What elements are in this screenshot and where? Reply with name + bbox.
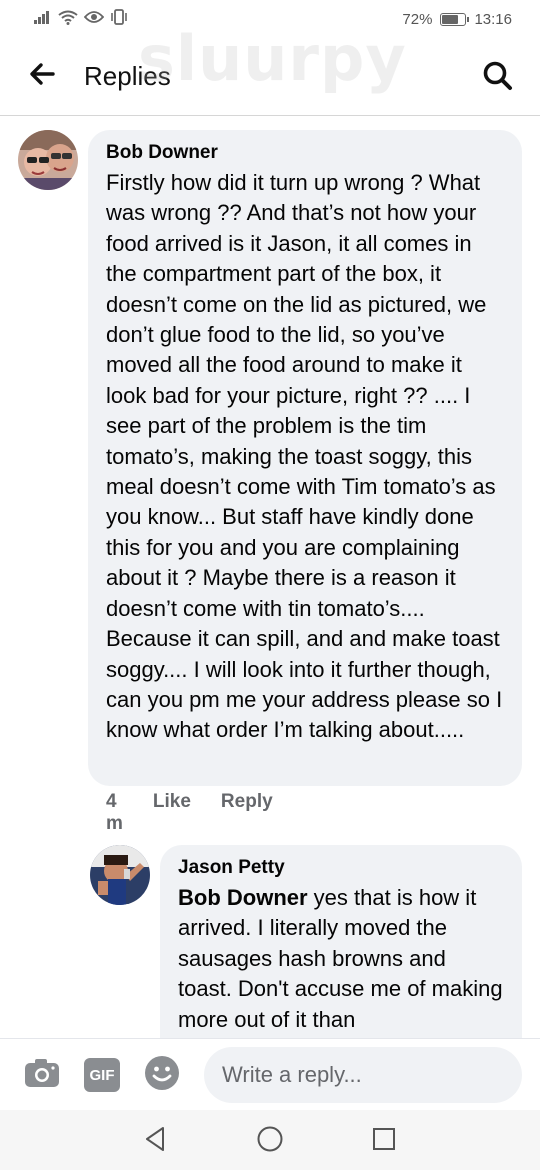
- vibrate-icon: [110, 9, 128, 29]
- reply-input[interactable]: Write a reply...: [204, 1047, 522, 1103]
- battery-icon: [440, 12, 470, 26]
- home-circle-icon: [256, 1125, 284, 1158]
- page-title: Replies: [84, 61, 171, 91]
- clock: 13:16: [474, 10, 512, 28]
- gif-icon: GIF: [84, 1058, 120, 1092]
- signal-icon: [34, 10, 52, 28]
- battery-fill: [442, 14, 459, 24]
- reply-button[interactable]: Reply: [221, 791, 273, 835]
- search-button[interactable]: [478, 58, 518, 98]
- comment-bubble[interactable]: Bob Downer Firstly how did it turn up wr…: [88, 130, 522, 786]
- nav-home-button[interactable]: [253, 1124, 287, 1158]
- like-button[interactable]: Like: [153, 791, 191, 835]
- status-right: 72% 13:16: [402, 11, 512, 28]
- gif-button[interactable]: GIF: [84, 1057, 120, 1093]
- arrow-left-icon: [28, 62, 56, 91]
- header: Replies: [0, 38, 540, 116]
- back-triangle-icon: [143, 1126, 167, 1157]
- emoji-icon: [144, 1055, 180, 1096]
- camera-button[interactable]: [24, 1057, 60, 1093]
- reply-composer: GIF Write a reply...: [0, 1038, 540, 1110]
- comment-text: Bob Downer yes that is how it arrived. I…: [178, 883, 504, 1035]
- back-button[interactable]: [0, 38, 84, 116]
- search-icon: [482, 60, 514, 97]
- comment-time: 4 m: [106, 791, 123, 834]
- comment-actions: 4 m Like Reply: [106, 791, 273, 835]
- system-nav-bar: [0, 1110, 540, 1170]
- comment-text: Firstly how did it turn up wrong ? What …: [106, 170, 503, 743]
- eye-icon: [83, 10, 105, 28]
- wifi-icon: [58, 10, 78, 29]
- avatar[interactable]: [90, 845, 150, 905]
- status-icons: [34, 9, 128, 29]
- comment-author[interactable]: Jason Petty: [178, 857, 504, 879]
- reply-placeholder: Write a reply...: [222, 1062, 362, 1087]
- camera-icon: [24, 1058, 60, 1093]
- status-bar: 72% 13:16: [0, 0, 540, 38]
- emoji-button[interactable]: [144, 1055, 180, 1096]
- recents-square-icon: [372, 1127, 396, 1156]
- avatar[interactable]: [18, 130, 78, 190]
- mention-link[interactable]: Bob Downer: [178, 885, 308, 910]
- battery-percent: 72%: [402, 10, 433, 28]
- nav-back-button[interactable]: [138, 1124, 172, 1158]
- comment-author[interactable]: Bob Downer: [106, 142, 504, 164]
- nav-recents-button[interactable]: [367, 1124, 401, 1158]
